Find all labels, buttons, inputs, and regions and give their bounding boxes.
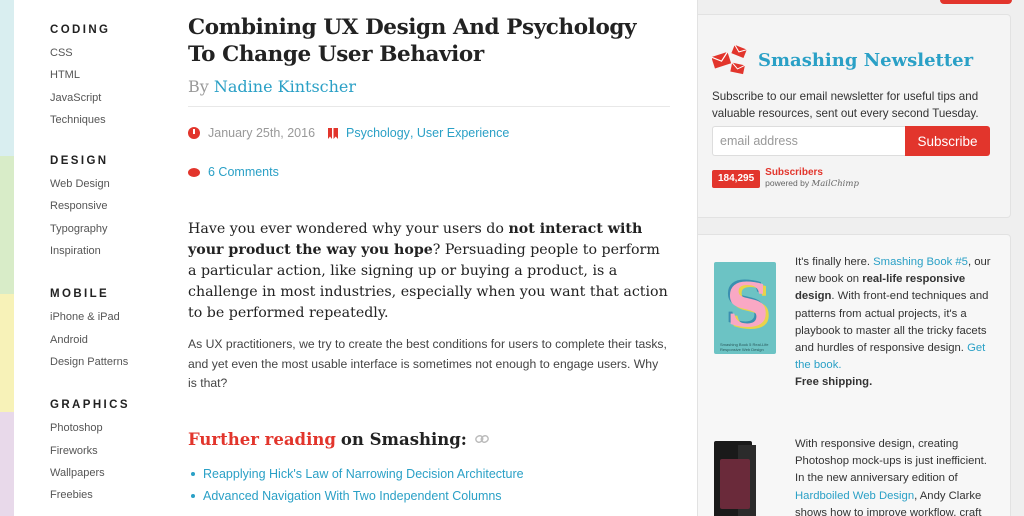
book-cover-letter: S <box>726 271 770 341</box>
nav-link-photoshop[interactable]: Photoshop <box>50 417 170 439</box>
nav-link-html[interactable]: HTML <box>50 64 170 86</box>
newsletter-description: Subscribe to our email newsletter for us… <box>712 90 979 120</box>
nav-section-mobile: MOBILE iPhone & iPad Android Design Patt… <box>50 284 170 373</box>
nav-section-coding: CODING CSS HTML JavaScript Techniques <box>50 20 170 131</box>
article-meta: January 25th, 2016 Psychology , User Exp… <box>188 123 670 143</box>
nav-link-css[interactable]: CSS <box>50 42 170 64</box>
publish-date: January 25th, 2016 <box>188 123 328 143</box>
newsletter-card: Smashing Newsletter Subscribe to our ema… <box>698 14 1011 218</box>
smashing-book-link[interactable]: Smashing Book #5 <box>873 256 968 268</box>
nav-link-inspiration[interactable]: Inspiration <box>50 240 170 262</box>
newsletter-form: Subscribe <box>712 126 990 156</box>
nav-link-android[interactable]: Android <box>50 329 170 351</box>
further-reading-list: Reapplying Hick's Law of Narrowing Decis… <box>188 463 670 507</box>
nav-link-design-patterns[interactable]: Design Patterns <box>50 351 170 373</box>
comments-link[interactable]: 6 Comments <box>208 165 279 179</box>
comments-row: 6 Comments <box>188 162 670 182</box>
hardboiled-link[interactable]: Hardboiled Web Design <box>795 490 914 502</box>
book1-text-pre: It's finally here. <box>795 256 874 268</box>
categories: Psychology , User Experience <box>328 123 509 143</box>
reading-link[interactable]: Reapplying Hick's Law of Narrowing Decis… <box>203 463 524 485</box>
category-color-strip <box>0 0 14 516</box>
list-item: Advanced Navigation With Two Independent… <box>188 485 670 507</box>
subscriber-info: 184,295 Subscribers powered by MailChimp <box>712 168 859 189</box>
free-shipping: Free shipping. <box>795 376 873 389</box>
subscribers-label: Subscribers <box>765 167 823 178</box>
category-link-psychology[interactable]: Psychology <box>346 123 410 143</box>
nav-link-responsive[interactable]: Responsive <box>50 195 170 217</box>
author-link[interactable]: Nadine Kintscher <box>214 77 356 96</box>
nav-link-freebies[interactable]: Freebies <box>50 484 170 506</box>
subscriber-count: 184,295 <box>712 169 761 188</box>
mailchimp-logo: MailChimp <box>811 179 859 189</box>
nav-heading: CODING <box>50 24 111 36</box>
envelopes-icon <box>712 45 747 75</box>
book-promo-text-2: With responsive design, creating Photosh… <box>795 436 995 516</box>
nav-link-techniques[interactable]: Techniques <box>50 109 170 131</box>
newsletter-header: Smashing Newsletter <box>712 45 973 75</box>
body-paragraph: As UX practitioners, we try to create th… <box>188 337 667 390</box>
list-item: Reapplying Hick's Law of Narrowing Decis… <box>188 463 670 485</box>
smashing-book-5-cover[interactable]: S Smashing Book 5 Real-Life Responsive W… <box>714 262 776 354</box>
hardboiled-book-art <box>720 459 750 509</box>
further-reading-red: Further reading <box>188 429 336 449</box>
nav-heading: GRAPHICS <box>50 399 130 412</box>
further-reading-heading: Further reading on Smashing: <box>188 430 670 449</box>
books-card: S Smashing Book 5 Real-Life Responsive W… <box>698 234 1011 516</box>
link-icon[interactable] <box>475 434 489 444</box>
nav-heading: DESIGN <box>50 155 109 168</box>
right-sidebar: Smashing Newsletter Subscribe to our ema… <box>697 0 1024 516</box>
subscribe-button[interactable]: Subscribe <box>905 126 990 156</box>
powered-by: powered by MailChimp <box>765 178 859 189</box>
byline: By Nadine Kintscher <box>188 77 670 107</box>
category-nav: CODING CSS HTML JavaScript Techniques DE… <box>50 20 170 516</box>
book-promo-text: It's finally here. Smashing Book #5, our… <box>795 254 995 392</box>
top-red-button[interactable] <box>940 0 1012 4</box>
bookmark-icon <box>328 127 338 139</box>
article-title: Combining UX Design And Psychology To Ch… <box>188 15 637 67</box>
email-input[interactable] <box>712 126 905 156</box>
powered-by-text: powered by <box>765 178 810 188</box>
clock-icon <box>188 127 200 139</box>
nav-link-fireworks[interactable]: Fireworks <box>50 440 170 462</box>
nav-heading: MOBILE <box>50 288 110 301</box>
book2-text-pre: With responsive design, creating Photosh… <box>795 438 987 485</box>
nav-link-wallpapers[interactable]: Wallpapers <box>50 462 170 484</box>
nav-link-iphone-ipad[interactable]: iPhone & iPad <box>50 306 170 328</box>
book-cover-title: Smashing Book 5 Real-Life Responsive Web… <box>720 342 769 352</box>
lead-paragraph: Have you ever wondered why your users do… <box>188 219 670 324</box>
nav-link-web-design[interactable]: Web Design <box>50 173 170 195</box>
nav-link-javascript[interactable]: JavaScript <box>50 87 170 109</box>
comment-bubble-icon <box>188 167 200 177</box>
nav-link-typography[interactable]: Typography <box>50 218 170 240</box>
category-separator: , <box>409 126 417 140</box>
lead-text-1: Have you ever wondered why your users do <box>188 221 509 237</box>
nav-section-design: DESIGN Web Design Responsive Typography … <box>50 151 170 262</box>
further-reading-rest: on Smashing: <box>340 429 467 449</box>
reading-link[interactable]: Advanced Navigation With Two Independent… <box>203 485 502 507</box>
article: Combining UX Design And Psychology To Ch… <box>188 14 670 507</box>
category-link-user-experience[interactable]: User Experience <box>417 123 509 143</box>
newsletter-title: Smashing Newsletter <box>758 49 974 71</box>
byline-by: By <box>188 77 209 96</box>
date-text: January 25th, 2016 <box>208 126 316 140</box>
nav-section-graphics: GRAPHICS Photoshop Fireworks Wallpapers … <box>50 395 170 506</box>
